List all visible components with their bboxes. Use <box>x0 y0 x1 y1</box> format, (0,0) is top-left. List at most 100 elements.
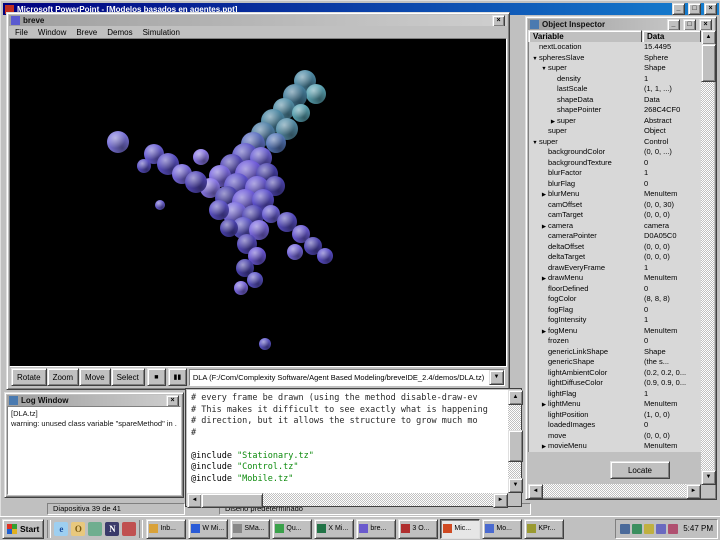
table-row[interactable]: fogIntensity 1 <box>529 315 701 326</box>
table-row[interactable]: lightPosition (1, 0, 0) <box>529 409 701 420</box>
table-row[interactable]: move (0, 0, 0) <box>529 430 701 441</box>
table-row[interactable]: ▶ super Abstract <box>529 115 701 126</box>
stop-button[interactable]: ■ <box>146 368 166 386</box>
editor-horizontal-scrollbar[interactable]: ◄ ► <box>187 493 508 508</box>
task-button[interactable]: X Mi... <box>314 518 355 539</box>
scrollbar-thumb[interactable] <box>701 44 716 82</box>
table-row[interactable]: lightAmbientColor (0.2, 0.2, 0... <box>529 367 701 378</box>
scroll-down-icon[interactable]: ▼ <box>508 478 523 493</box>
maximize-button[interactable]: □ <box>688 3 701 15</box>
table-row[interactable]: lastScale (1, 1, ...) <box>529 84 701 95</box>
table-row[interactable]: loadedImages 0 <box>529 420 701 431</box>
table-row[interactable]: super Object <box>529 126 701 137</box>
close-icon[interactable]: × <box>492 15 505 26</box>
table-row[interactable]: shapeData Data <box>529 94 701 105</box>
scroll-up-icon[interactable]: ▲ <box>701 30 716 45</box>
mode-button-move[interactable]: Move <box>79 368 111 386</box>
task-button[interactable]: 3 O... <box>398 518 439 539</box>
table-row[interactable]: lightDiffuseColor (0.9, 0.9, 0... <box>529 378 701 389</box>
display-settings-icon[interactable] <box>632 523 643 534</box>
scheduler-icon[interactable] <box>668 523 679 534</box>
close-icon[interactable]: × <box>166 395 179 406</box>
editor-vertical-scrollbar[interactable]: ▲ ▼ <box>508 390 523 493</box>
table-row[interactable]: drawEveryFrame 1 <box>529 262 701 273</box>
minimize-button[interactable]: _ <box>667 19 680 30</box>
maximize-button[interactable]: □ <box>683 19 696 30</box>
table-row[interactable]: genericShape (the s... <box>529 357 701 368</box>
task-button[interactable]: SMa... <box>230 518 271 539</box>
table-row[interactable]: frozen 0 <box>529 336 701 347</box>
close-button[interactable]: × <box>704 3 717 15</box>
close-icon[interactable]: × <box>699 19 712 30</box>
menu-item-demos[interactable]: Demos <box>107 28 132 37</box>
table-row[interactable]: ▶ lightMenu MenuItem <box>529 399 701 410</box>
scroll-up-icon[interactable]: ▲ <box>508 390 523 405</box>
task-button[interactable]: Mic... <box>440 518 481 539</box>
inspector-vertical-scrollbar[interactable]: ▲ ▼ <box>701 30 716 485</box>
scroll-right-icon[interactable]: ► <box>686 484 701 499</box>
log-titlebar[interactable]: Log Window × <box>7 395 181 406</box>
menu-item-window[interactable]: Window <box>38 28 66 37</box>
task-button[interactable]: bre... <box>356 518 397 539</box>
minimize-button[interactable]: _ <box>672 3 685 15</box>
table-row[interactable]: shapePointer 268C4CF0 <box>529 105 701 116</box>
scrollbar-thumb[interactable] <box>508 430 523 462</box>
scroll-left-icon[interactable]: ◄ <box>528 484 543 499</box>
chevron-right-icon[interactable]: ▶ <box>540 442 548 452</box>
table-row[interactable]: nextLocation 15.4495 <box>529 42 701 53</box>
start-button[interactable]: Start <box>2 518 45 539</box>
menu-item-breve[interactable]: Breve <box>76 28 97 37</box>
task-button[interactable]: Qu... <box>272 518 313 539</box>
scroll-down-icon[interactable]: ▼ <box>701 470 716 485</box>
table-row[interactable]: ▶ camera camera <box>529 220 701 231</box>
table-row[interactable]: floorDefined 0 <box>529 283 701 294</box>
table-row[interactable]: ▼super Shape <box>529 63 701 74</box>
table-row[interactable]: ▶ movieMenu MenuItem <box>529 441 701 452</box>
table-row[interactable]: blurFlag 0 <box>529 178 701 189</box>
table-row[interactable]: deltaTarget (0, 0, 0) <box>529 252 701 263</box>
pause-button[interactable]: ▮▮ <box>167 368 187 386</box>
table-row[interactable]: ▶ fogMenu MenuItem <box>529 325 701 336</box>
inspector-titlebar[interactable]: Object Inspector _ □ × <box>528 19 714 30</box>
table-row[interactable]: ▼super Control <box>529 136 701 147</box>
menu-item-simulation[interactable]: Simulation <box>143 28 180 37</box>
task-button[interactable]: Mo... <box>482 518 523 539</box>
table-row[interactable]: lightFlag 1 <box>529 388 701 399</box>
table-row[interactable]: fogFlag 0 <box>529 304 701 315</box>
mode-button-select[interactable]: Select <box>110 368 145 386</box>
table-row[interactable]: camOffset (0, 0, 30) <box>529 199 701 210</box>
locate-button[interactable]: Locate <box>610 461 670 479</box>
ie-icon[interactable]: e <box>54 521 69 536</box>
table-row[interactable]: blurFactor 1 <box>529 168 701 179</box>
scrollbar-thumb[interactable] <box>201 493 263 508</box>
task-button[interactable]: W Mi... <box>188 518 229 539</box>
table-row[interactable]: backgroundTexture 0 <box>529 157 701 168</box>
table-row[interactable]: genericLinkShape Shape <box>529 346 701 357</box>
scroll-left-icon[interactable]: ◄ <box>187 493 202 508</box>
mode-button-rotate[interactable]: Rotate <box>11 368 47 386</box>
antivirus-icon[interactable] <box>644 523 655 534</box>
chevron-down-icon[interactable]: ▼ <box>489 369 504 385</box>
table-row[interactable]: backgroundColor (0, 0, ...) <box>529 147 701 158</box>
table-row[interactable]: ▼spheresSlave Sphere <box>529 52 701 63</box>
task-button[interactable]: Inb... <box>146 518 187 539</box>
task-button[interactable]: KPr... <box>524 518 565 539</box>
table-row[interactable]: density 1 <box>529 73 701 84</box>
simulation-file-select[interactable]: DLA (F:/Com/Complexity Software/Agent Ba… <box>188 368 505 386</box>
network-icon[interactable] <box>656 523 667 534</box>
table-row[interactable]: ▶ blurMenu MenuItem <box>529 189 701 200</box>
table-row[interactable]: ▶ drawMenu MenuItem <box>529 273 701 284</box>
table-row[interactable]: fogColor (8, 8, 8) <box>529 294 701 305</box>
table-row[interactable]: cameraPointer D0A05C0 <box>529 231 701 242</box>
inspector-horizontal-scrollbar[interactable]: ◄ ► <box>528 484 701 499</box>
log-output[interactable]: [DLA.tz] warning: unused class variable "… <box>7 406 181 495</box>
menu-item-file[interactable]: File <box>15 28 28 37</box>
outlook-icon[interactable]: O <box>71 521 86 536</box>
volume-icon[interactable] <box>620 523 631 534</box>
netscape-icon[interactable]: N <box>105 521 120 536</box>
table-row[interactable]: deltaOffset (0, 0, 0) <box>529 241 701 252</box>
breve-titlebar[interactable]: breve × <box>9 15 507 26</box>
mode-button-zoom[interactable]: Zoom <box>46 368 80 386</box>
simulation-viewport[interactable] <box>9 38 507 367</box>
media-player-icon[interactable] <box>122 521 137 536</box>
